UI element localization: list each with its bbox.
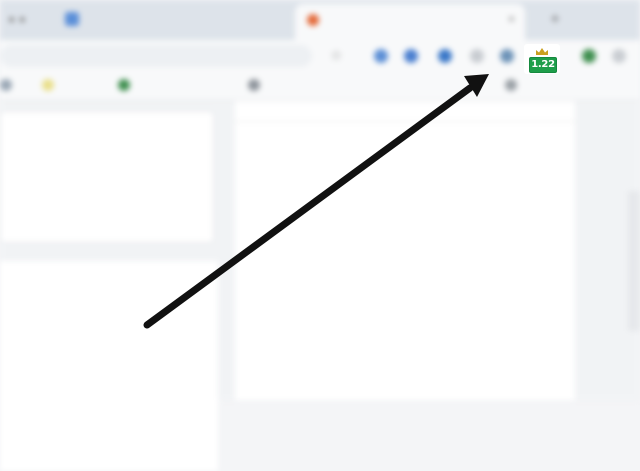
content-card xyxy=(0,111,214,243)
extension-icon[interactable] xyxy=(470,49,484,63)
extension-icon[interactable] xyxy=(374,49,388,63)
extension-icon[interactable] xyxy=(438,49,452,63)
bookmark-item[interactable] xyxy=(248,79,265,93)
tab-favicon-icon xyxy=(307,14,319,26)
scrollbar[interactable] xyxy=(628,191,640,331)
close-tab-icon[interactable]: × xyxy=(508,12,515,26)
extension-badge[interactable]: 1.22 xyxy=(524,44,560,74)
bookmark-star-icon[interactable]: ☆ xyxy=(330,47,343,64)
content-card xyxy=(0,261,218,471)
bookmark-item[interactable] xyxy=(42,79,59,93)
tab-favicon-icon xyxy=(65,12,79,26)
bookmark-item[interactable] xyxy=(505,79,522,93)
extension-popup xyxy=(235,101,575,400)
divider xyxy=(235,121,575,122)
bookmark-item[interactable] xyxy=(118,79,135,93)
bookmark-item[interactable] xyxy=(0,79,17,93)
address-bar[interactable] xyxy=(0,45,312,67)
extension-icon[interactable] xyxy=(500,49,514,63)
extension-icon[interactable] xyxy=(404,49,418,63)
page-content xyxy=(0,101,640,471)
new-tab-button[interactable]: + xyxy=(545,10,565,30)
tab-strip: ● ● × + xyxy=(0,0,640,40)
tab-inactive[interactable] xyxy=(55,8,285,34)
crown-icon xyxy=(536,48,548,55)
profile-avatar-icon[interactable] xyxy=(582,49,596,63)
bookmarks-bar xyxy=(0,72,640,101)
extension-badge-label: 1.22 xyxy=(529,57,557,73)
tab-active[interactable]: × xyxy=(295,4,525,40)
menu-icon[interactable] xyxy=(612,49,626,63)
window-controls[interactable]: ● ● xyxy=(8,12,26,26)
